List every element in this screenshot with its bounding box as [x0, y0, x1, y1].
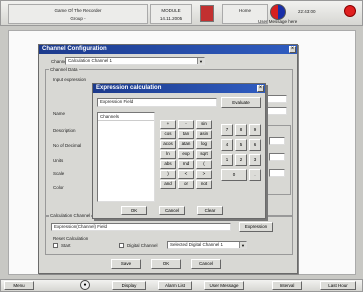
key-0[interactable]: 0: [221, 169, 247, 181]
input-expression-label: Input expression: [53, 77, 87, 82]
expression-button[interactable]: Expression: [239, 222, 273, 232]
numeric-keypad: 7 8 9 4 5 6 1 2 3 0 .: [221, 124, 263, 188]
recorder-title: Game Of The Recorder Group -: [8, 4, 148, 24]
calc-channel-label: Calculation Channel: [49, 213, 92, 218]
key-atan[interactable]: atan: [178, 140, 194, 149]
key-close-paren[interactable]: ): [160, 170, 176, 179]
units-label: Units: [53, 158, 64, 163]
user-message: User Message here: [258, 19, 298, 24]
expression-field[interactable]: Expression(Channel) Field: [51, 223, 231, 231]
function-keypad: + - sin cos tan asin acos atan log ln ex…: [160, 120, 212, 192]
last-hour-button[interactable]: Last Hour: [320, 281, 356, 290]
key-rnd[interactable]: rnd: [178, 160, 194, 169]
key-not[interactable]: not: [196, 180, 212, 189]
dialog-ok-button[interactable]: OK: [121, 206, 147, 215]
home-label: Home: [238, 8, 251, 13]
module-label: MODULE: [161, 8, 181, 13]
channel-list[interactable]: Channels: [97, 112, 155, 202]
key-sqrt[interactable]: sqrt: [196, 150, 212, 159]
close-icon[interactable]: ×: [257, 85, 264, 92]
ok-button[interactable]: OK: [151, 259, 181, 269]
menu-button[interactable]: Menu: [4, 281, 34, 290]
description-label: Description: [53, 128, 76, 133]
digital-label: Digital Channel: [127, 243, 158, 248]
key-8[interactable]: 8: [235, 124, 247, 136]
key-2[interactable]: 2: [235, 154, 247, 166]
globe-icon: [270, 4, 286, 20]
key-less[interactable]: <: [178, 170, 194, 179]
key-5[interactable]: 5: [235, 139, 247, 151]
key-sin[interactable]: sin: [196, 120, 212, 129]
alarm-icon[interactable]: [344, 5, 356, 17]
key-greater[interactable]: >: [196, 170, 212, 179]
key-or[interactable]: or: [178, 180, 194, 189]
dialog-clear-button[interactable]: Clear: [197, 206, 223, 215]
title-line2: Group -: [70, 16, 86, 21]
expression-input-value: Expression Field: [100, 99, 134, 104]
window-title: Channel Configuration: [39, 45, 297, 54]
interval-button[interactable]: Interval: [272, 281, 302, 290]
right-field-2[interactable]: [267, 107, 287, 115]
key-asin[interactable]: asin: [196, 130, 212, 139]
record-icon[interactable]: ●: [80, 280, 90, 290]
key-3[interactable]: 3: [249, 154, 261, 166]
start-checkbox[interactable]: [53, 243, 58, 248]
key-cos[interactable]: cos: [160, 130, 176, 139]
key-open-paren[interactable]: (: [196, 160, 212, 169]
scale-label: Scale: [53, 171, 65, 176]
chevron-down-icon: ▼: [239, 242, 246, 248]
close-icon[interactable]: ×: [289, 46, 296, 53]
calc-channel-group: Calculation Channel: [45, 213, 293, 255]
chevron-down-icon: ▼: [197, 58, 204, 64]
right-field-3[interactable]: [269, 137, 285, 145]
right-field-4[interactable]: [269, 153, 285, 161]
title-line1: Game Of The Recorder: [54, 8, 102, 13]
digital-select[interactable]: Selected Digital Channel 1 ▼: [167, 241, 247, 249]
alarm-list-button[interactable]: Alarm List: [158, 281, 192, 290]
evaluate-button[interactable]: Evaluate: [221, 97, 261, 108]
cancel-button[interactable]: Cancel: [191, 259, 221, 269]
key-acos[interactable]: acos: [160, 140, 176, 149]
reset-calc-label: Reset Calculation: [53, 236, 89, 241]
key-ln[interactable]: ln: [160, 150, 176, 159]
key-log[interactable]: log: [196, 140, 212, 149]
expression-input[interactable]: Expression Field: [97, 98, 217, 107]
channel-list-header: Channels: [98, 113, 154, 121]
recorder-icon[interactable]: [200, 5, 214, 22]
channel-data-label: Channel Data: [49, 67, 79, 72]
channel-select-value: Calculation Channel 1: [68, 58, 113, 63]
key-decimal[interactable]: .: [249, 169, 261, 181]
color-label: Color: [53, 185, 64, 190]
key-4[interactable]: 4: [221, 139, 233, 151]
user-message-button[interactable]: User Message: [204, 281, 244, 290]
expression-value: Expression(Channel) Field: [54, 224, 108, 229]
display-button[interactable]: Display: [112, 281, 146, 290]
digital-checkbox[interactable]: [119, 243, 124, 248]
save-button[interactable]: Save: [111, 259, 141, 269]
key-exp[interactable]: exp: [178, 150, 194, 159]
time-status: 22:43:00: [298, 9, 316, 14]
module-info: MODULE 14.11.2005: [150, 4, 192, 24]
key-and[interactable]: and: [160, 180, 176, 189]
right-field-5[interactable]: [269, 169, 285, 177]
expression-dialog: Expression calculation × Expression Fiel…: [92, 83, 266, 219]
dialog-title: Expression calculation: [93, 84, 265, 93]
right-field-1[interactable]: [267, 95, 287, 103]
key-abs[interactable]: abs: [160, 160, 176, 169]
key-minus[interactable]: -: [178, 120, 194, 129]
decimals-label: No of Decimal: [53, 143, 82, 148]
key-9[interactable]: 9: [249, 124, 261, 136]
key-1[interactable]: 1: [221, 154, 233, 166]
digital-select-value: Selected Digital Channel 1: [170, 242, 224, 247]
key-tan[interactable]: tan: [178, 130, 194, 139]
dialog-cancel-button[interactable]: Cancel: [159, 206, 185, 215]
key-6[interactable]: 6: [249, 139, 261, 151]
start-label: Start: [61, 243, 71, 248]
channel-select[interactable]: Calculation Channel 1 ▼: [65, 57, 205, 65]
name-label: Name: [53, 111, 66, 116]
key-plus[interactable]: +: [160, 120, 176, 129]
key-7[interactable]: 7: [221, 124, 233, 136]
module-date: 14.11.2005: [159, 16, 183, 21]
